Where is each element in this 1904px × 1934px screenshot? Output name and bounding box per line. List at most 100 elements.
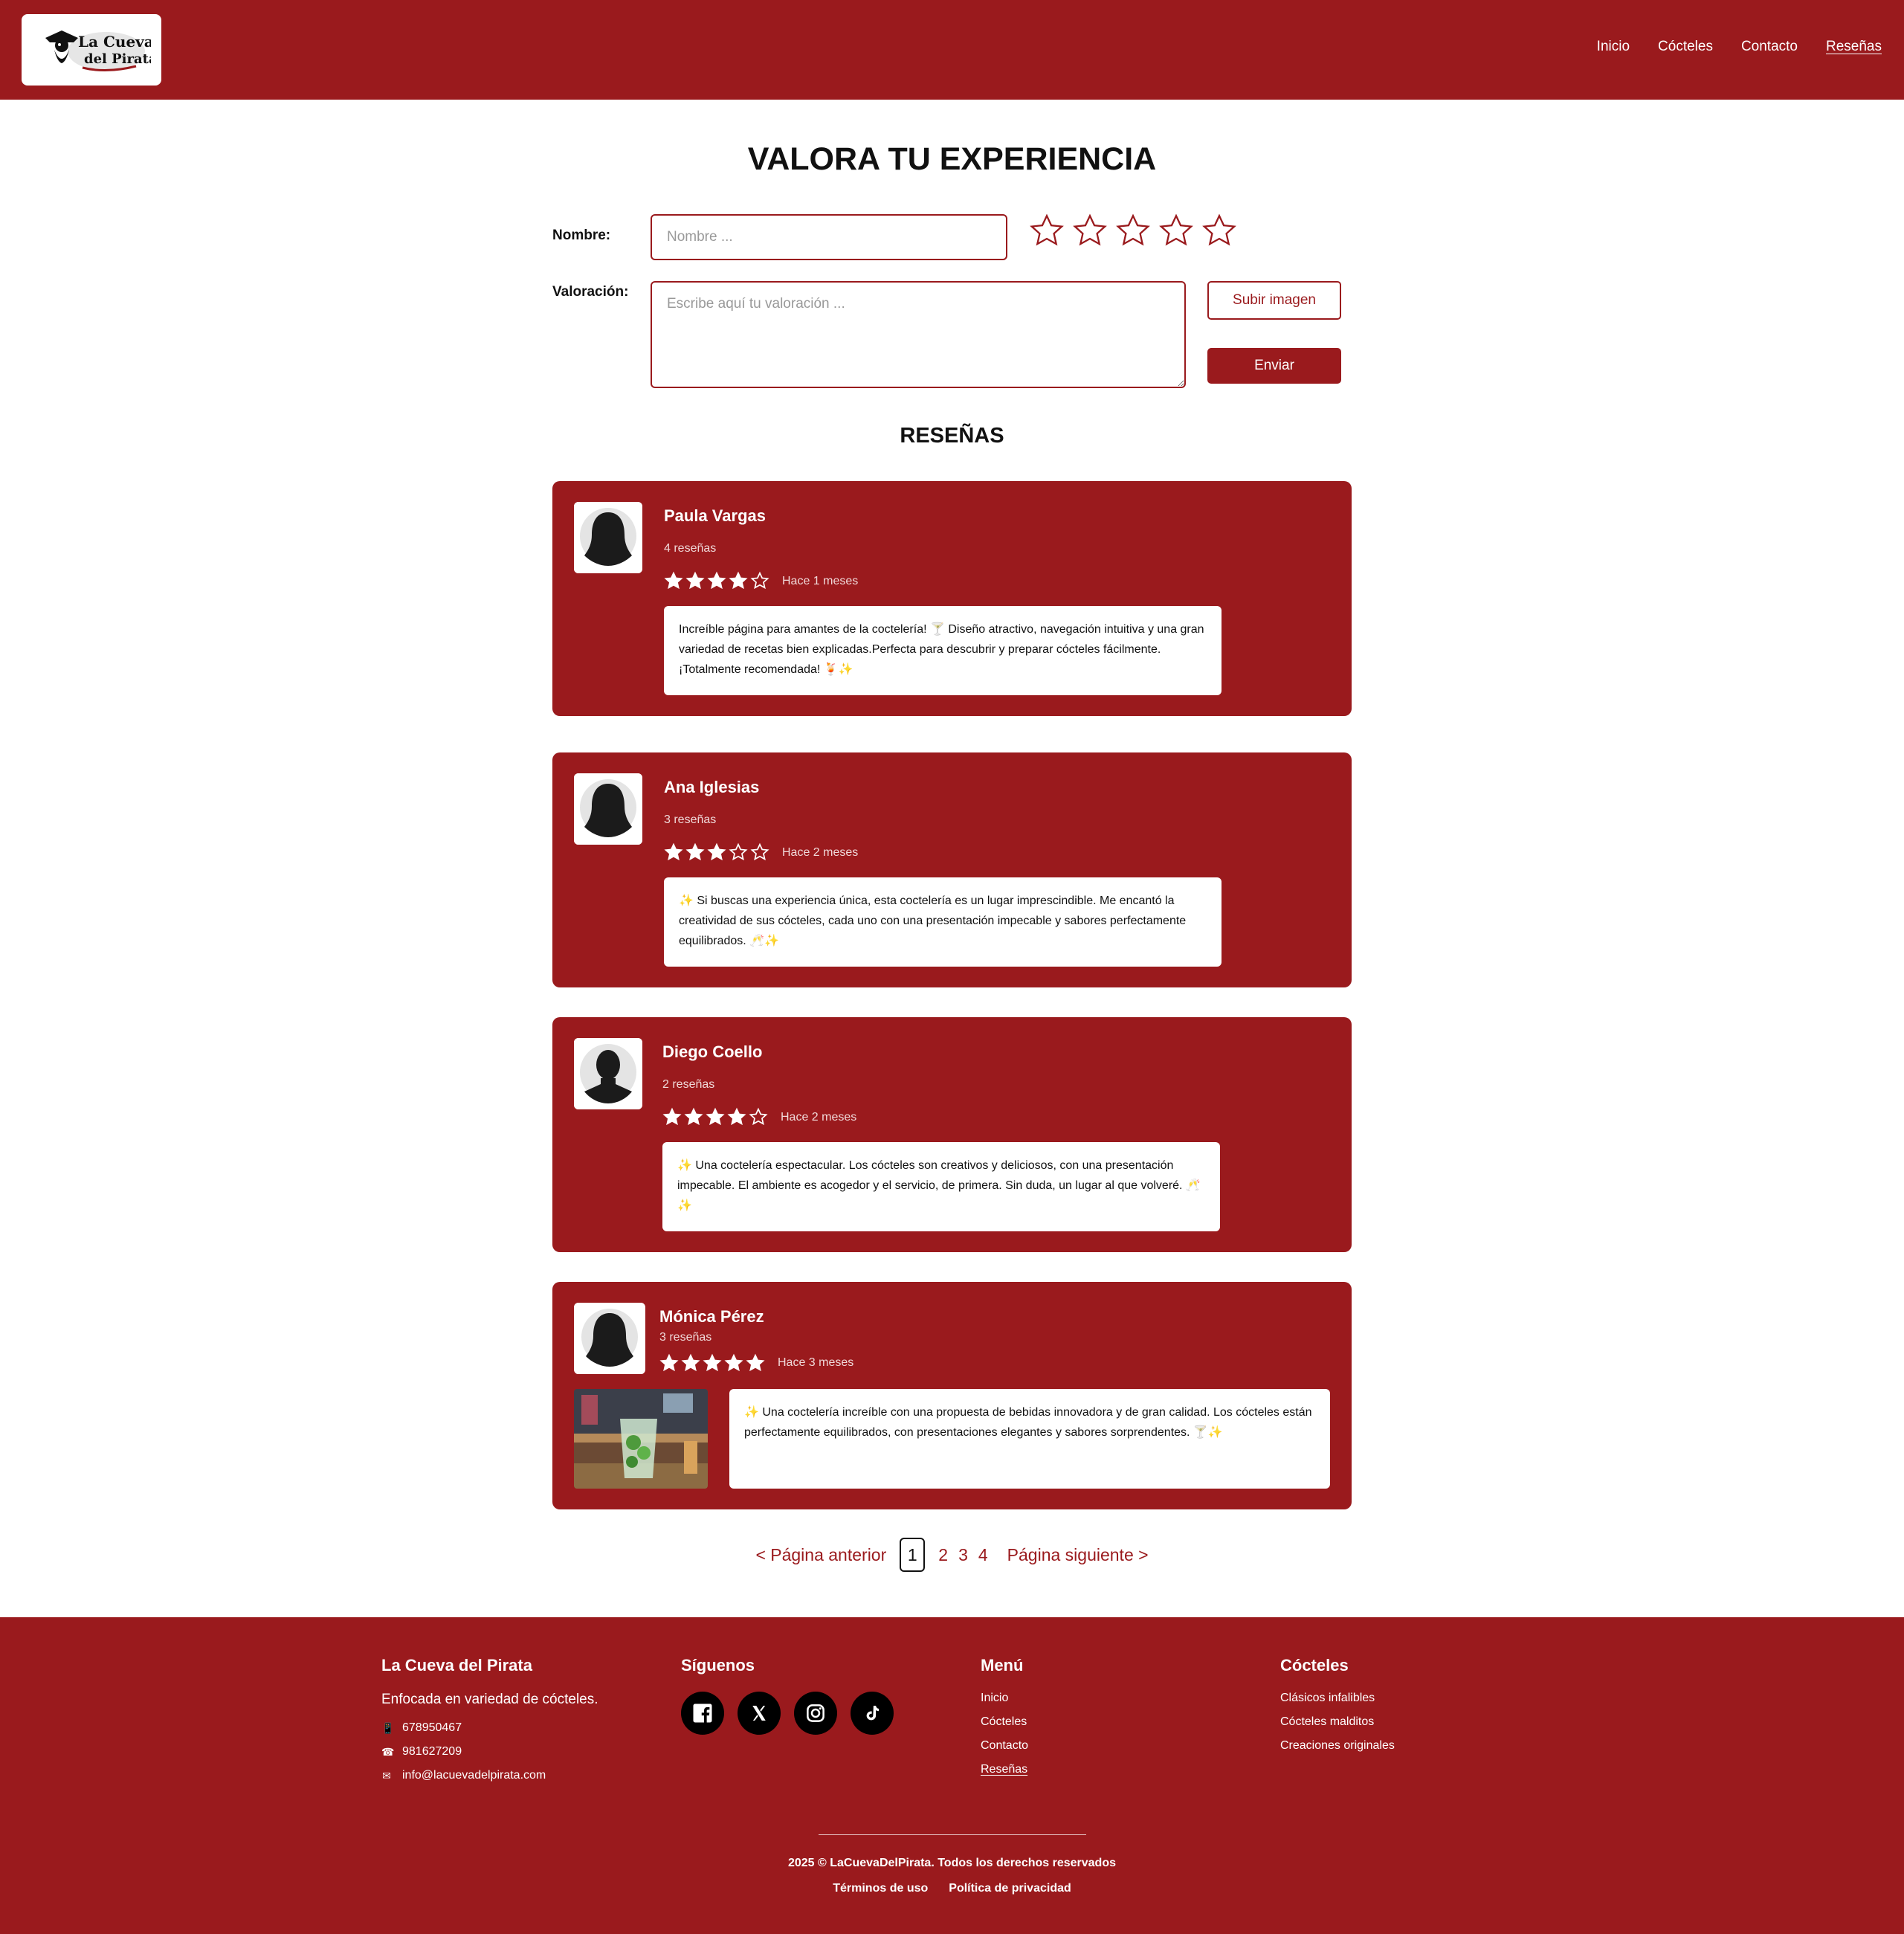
terms-link[interactable]: Términos de uso bbox=[833, 1882, 928, 1895]
star-filled-icon bbox=[664, 571, 683, 590]
instagram-icon[interactable] bbox=[794, 1692, 837, 1735]
tiktok-icon[interactable] bbox=[851, 1692, 894, 1735]
review-card: Paula Vargas 4 reseñas Hace 1 meses Incr… bbox=[552, 481, 1352, 716]
social-icons bbox=[681, 1692, 894, 1735]
review-count: 3 reseñas bbox=[659, 1331, 712, 1344]
review-stars bbox=[659, 1353, 765, 1373]
telephone-icon: ☎ bbox=[381, 1745, 395, 1758]
star-filled-icon bbox=[659, 1353, 679, 1372]
name-label: Nombre: bbox=[552, 228, 611, 243]
envelope-icon: ✉ bbox=[382, 1769, 391, 1782]
female-silhouette-icon bbox=[574, 773, 642, 845]
page-2[interactable]: 2 bbox=[938, 1545, 948, 1565]
pagination: < Página anterior 1 2 3 4 Página siguien… bbox=[0, 1538, 1904, 1572]
female-silhouette-icon bbox=[574, 1303, 645, 1374]
star-filled-icon bbox=[685, 571, 705, 590]
reviewer-name: Diego Coello bbox=[662, 1042, 763, 1061]
page-3[interactable]: 3 bbox=[958, 1545, 968, 1565]
male-silhouette-icon bbox=[574, 1038, 642, 1109]
review-stars bbox=[662, 1107, 768, 1126]
phone-number: 981627209 bbox=[402, 1745, 462, 1758]
review-card: Ana Iglesias 3 reseñas Hace 2 meses ✨ Si… bbox=[552, 752, 1352, 987]
mobile-number: 678950467 bbox=[402, 1721, 462, 1734]
footer-link-cocteles[interactable]: Cócteles bbox=[981, 1715, 1028, 1729]
footer-link-clasicos[interactable]: Clásicos infalibles bbox=[1280, 1692, 1395, 1705]
main-nav: Inicio Cócteles Contacto Reseñas bbox=[1597, 39, 1882, 55]
review-card: Mónica Pérez 3 reseñas Hace 3 meses ✨ Un… bbox=[552, 1282, 1352, 1509]
star-outline-icon[interactable] bbox=[1158, 212, 1195, 249]
star-outline-icon bbox=[750, 571, 769, 590]
name-input[interactable] bbox=[651, 214, 1007, 260]
review-textarea[interactable] bbox=[651, 281, 1186, 388]
footer-social: Síguenos bbox=[681, 1656, 894, 1735]
svg-text:del Pirata: del Pirata bbox=[84, 51, 151, 67]
reviewer-name: Mónica Pérez bbox=[659, 1307, 764, 1326]
review-count: 2 reseñas bbox=[662, 1078, 715, 1091]
star-filled-icon bbox=[662, 1107, 682, 1126]
star-outline-icon[interactable] bbox=[1071, 212, 1108, 249]
star-filled-icon bbox=[707, 842, 726, 861]
upload-image-button[interactable]: Subir imagen bbox=[1207, 281, 1341, 320]
x-icon[interactable] bbox=[738, 1692, 781, 1735]
rating-selector bbox=[1028, 212, 1238, 249]
star-filled-icon bbox=[703, 1353, 722, 1372]
review-stars bbox=[664, 842, 769, 862]
review-time: Hace 2 meses bbox=[782, 846, 859, 859]
review-time: Hace 3 meses bbox=[778, 1356, 854, 1369]
send-button[interactable]: Enviar bbox=[1207, 348, 1341, 384]
site-logo[interactable]: La Cueva del Pirata bbox=[22, 14, 161, 86]
star-outline-icon[interactable] bbox=[1028, 212, 1065, 249]
star-outline-icon bbox=[729, 842, 748, 861]
privacy-link[interactable]: Política de privacidad bbox=[949, 1882, 1071, 1895]
footer-about: La Cueva del Pirata Enfocada en variedad… bbox=[381, 1656, 598, 1793]
star-outline-icon bbox=[750, 842, 769, 861]
star-filled-icon bbox=[685, 842, 705, 861]
footer-link-contacto[interactable]: Contacto bbox=[981, 1739, 1028, 1753]
review-text: ✨ Una coctelería espectacular. Los cócte… bbox=[662, 1142, 1220, 1231]
reviewer-name: Ana Iglesias bbox=[664, 778, 760, 796]
prev-page-link[interactable]: < Página anterior bbox=[755, 1545, 886, 1565]
facebook-icon[interactable] bbox=[681, 1692, 724, 1735]
star-filled-icon bbox=[706, 1107, 725, 1126]
footer-divider bbox=[819, 1834, 1086, 1835]
star-filled-icon bbox=[746, 1353, 765, 1372]
footer-link-originales[interactable]: Creaciones originales bbox=[1280, 1739, 1395, 1753]
page-1[interactable]: 1 bbox=[900, 1538, 926, 1572]
nav-contacto[interactable]: Contacto bbox=[1741, 39, 1798, 55]
star-outline-icon[interactable] bbox=[1114, 212, 1152, 249]
mobile-phone-icon: 📱 bbox=[381, 1721, 395, 1734]
star-filled-icon bbox=[707, 571, 726, 590]
review-text: Increíble página para amantes de la coct… bbox=[664, 606, 1222, 695]
footer-link-resenas[interactable]: Reseñas bbox=[981, 1763, 1028, 1776]
star-filled-icon bbox=[681, 1353, 700, 1372]
nav-resenas[interactable]: Reseñas bbox=[1826, 39, 1882, 55]
star-outline-icon[interactable] bbox=[1201, 212, 1238, 249]
email-address[interactable]: info@lacuevadelpirata.com bbox=[402, 1769, 546, 1782]
footer-cocktails: Cócteles Clásicos infalibles Cócteles ma… bbox=[1280, 1656, 1395, 1763]
review-count: 3 reseñas bbox=[664, 813, 717, 826]
next-page-link[interactable]: Página siguiente > bbox=[1007, 1545, 1149, 1565]
page-title: VALORA TU EXPERIENCIA bbox=[747, 141, 1157, 177]
review-text: ✨ Si buscas una experiencia única, esta … bbox=[664, 877, 1222, 967]
female-silhouette-icon bbox=[574, 502, 642, 573]
page-4[interactable]: 4 bbox=[978, 1545, 997, 1565]
footer-mobile: 📱 678950467 bbox=[381, 1721, 598, 1735]
footer-menu: Menú Inicio Cócteles Contacto Reseñas bbox=[981, 1656, 1028, 1787]
reviewer-name: Paula Vargas bbox=[664, 506, 766, 525]
star-filled-icon bbox=[664, 842, 683, 861]
review-time: Hace 2 meses bbox=[781, 1111, 857, 1124]
star-filled-icon bbox=[724, 1353, 743, 1372]
nav-cocteles[interactable]: Cócteles bbox=[1658, 39, 1713, 55]
star-filled-icon bbox=[684, 1107, 703, 1126]
review-stars bbox=[664, 571, 769, 590]
mojito-photo[interactable] bbox=[574, 1389, 708, 1489]
footer-about-title: La Cueva del Pirata bbox=[381, 1656, 532, 1674]
review-card: Diego Coello 2 reseñas Hace 2 meses ✨ Un… bbox=[552, 1017, 1352, 1252]
footer-link-malditos[interactable]: Cócteles malditos bbox=[1280, 1715, 1395, 1729]
site-header: La Cueva del Pirata Inicio Cócteles Cont… bbox=[0, 0, 1904, 100]
pirate-logo-icon: La Cueva del Pirata bbox=[45, 30, 151, 72]
svg-text:La Cueva: La Cueva bbox=[78, 33, 151, 51]
review-text: ✨ Una coctelería increíble con una propu… bbox=[729, 1389, 1330, 1489]
footer-link-inicio[interactable]: Inicio bbox=[981, 1692, 1028, 1705]
nav-inicio[interactable]: Inicio bbox=[1597, 39, 1630, 55]
